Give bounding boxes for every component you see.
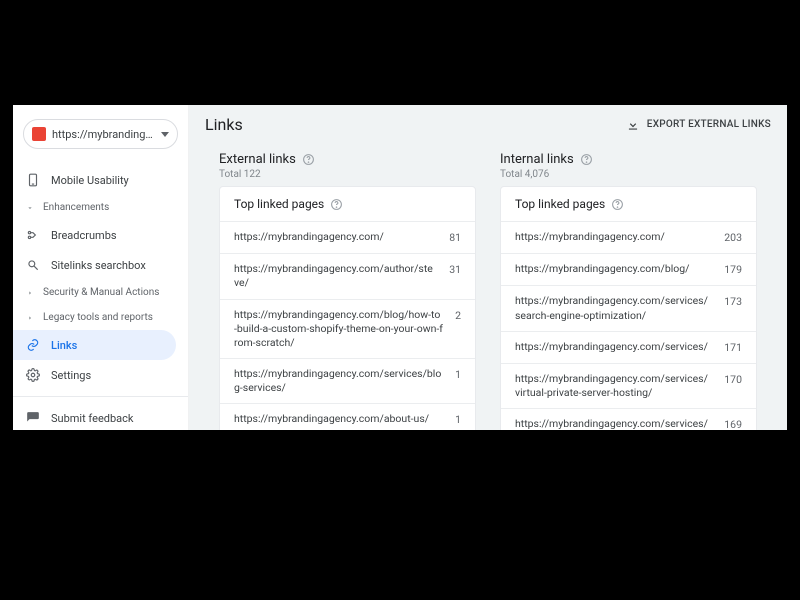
row-count: 2 bbox=[455, 308, 461, 323]
breadcrumb-icon bbox=[25, 227, 41, 243]
link-icon bbox=[25, 337, 41, 353]
sidebar-item-label: Links bbox=[51, 339, 77, 352]
row-count: 170 bbox=[724, 372, 742, 387]
smartphone-icon bbox=[25, 172, 41, 188]
table-row[interactable]: https://mybrandingagency.com/203 bbox=[501, 221, 756, 253]
sidebar-item-links[interactable]: Links bbox=[13, 330, 176, 360]
sidebar-item-settings[interactable]: Settings bbox=[13, 360, 176, 390]
section-title-text: External links bbox=[219, 152, 296, 167]
card-head: Top linked pages bbox=[220, 187, 475, 221]
table-row[interactable]: https://mybrandingagency.com/services/17… bbox=[501, 331, 756, 363]
gear-icon bbox=[25, 367, 41, 383]
card-title: Top linked pages bbox=[234, 197, 324, 211]
internal-links-title: Internal links bbox=[500, 152, 757, 167]
chevron-right-icon bbox=[25, 313, 35, 323]
external-links-title: External links bbox=[219, 152, 476, 167]
row-count: 173 bbox=[724, 294, 742, 309]
divider bbox=[13, 396, 188, 397]
row-url: https://mybrandingagency.com/services/bl… bbox=[515, 417, 724, 430]
row-url: https://mybrandingagency.com/ bbox=[515, 230, 724, 244]
row-url: https://mybrandingagency.com/ bbox=[234, 230, 449, 244]
main-content: Links EXPORT EXTERNAL LINKS External lin… bbox=[189, 105, 787, 430]
sidebar-group-enhancements[interactable]: Enhancements bbox=[13, 195, 188, 220]
searchbox-icon bbox=[25, 257, 41, 273]
sidebar-group-legacy[interactable]: Legacy tools and reports bbox=[13, 305, 188, 330]
row-count: 171 bbox=[724, 340, 742, 355]
row-url: https://mybrandingagency.com/services/bl… bbox=[234, 367, 455, 395]
caret-down-icon bbox=[161, 132, 169, 137]
sidebar-item-label: Submit feedback bbox=[51, 412, 133, 425]
table-row[interactable]: https://mybrandingagency.com/author/stev… bbox=[220, 253, 475, 298]
sidebar-group-security[interactable]: Security & Manual Actions bbox=[13, 280, 188, 305]
sidebar-item-sitelinks-searchbox[interactable]: Sitelinks searchbox bbox=[13, 250, 176, 280]
download-icon bbox=[625, 117, 641, 133]
sidebar-group-label: Legacy tools and reports bbox=[43, 312, 153, 323]
export-external-links-button[interactable]: EXPORT EXTERNAL LINKS bbox=[625, 117, 771, 133]
external-total: Total 122 bbox=[219, 169, 476, 180]
internal-top-linked-pages-card: Top linked pages https://mybrandingagenc… bbox=[500, 186, 757, 430]
sidebar-item-breadcrumbs[interactable]: Breadcrumbs bbox=[13, 220, 176, 250]
row-count: 179 bbox=[724, 262, 742, 277]
feedback-icon bbox=[25, 410, 41, 426]
section-title-text: Internal links bbox=[500, 152, 574, 167]
row-count: 203 bbox=[724, 230, 742, 245]
chevron-right-icon bbox=[25, 288, 35, 298]
property-favicon bbox=[32, 127, 46, 141]
row-url: https://mybrandingagency.com/author/stev… bbox=[234, 262, 449, 290]
main-header: Links EXPORT EXTERNAL LINKS bbox=[205, 115, 771, 134]
table-row[interactable]: https://mybrandingagency.com/81 bbox=[220, 221, 475, 253]
table-row[interactable]: https://mybrandingagency.com/services/vi… bbox=[501, 363, 756, 408]
row-url: https://mybrandingagency.com/services/ bbox=[515, 340, 724, 354]
row-count: 1 bbox=[455, 412, 461, 427]
row-count: 169 bbox=[724, 417, 742, 430]
help-icon[interactable] bbox=[302, 153, 315, 166]
table-row[interactable]: https://mybrandingagency.com/about-us/1 bbox=[220, 403, 475, 430]
sidebar-item-mobile-usability[interactable]: Mobile Usability bbox=[13, 165, 176, 195]
internal-links-panel: Internal links Total 4,076 Top linked pa… bbox=[500, 152, 757, 430]
sidebar-item-label: Settings bbox=[51, 369, 91, 382]
sidebar-item-label: Breadcrumbs bbox=[51, 229, 117, 242]
internal-total: Total 4,076 bbox=[500, 169, 757, 180]
table-row[interactable]: https://mybrandingagency.com/services/se… bbox=[501, 285, 756, 330]
table-row[interactable]: https://mybrandingagency.com/services/bl… bbox=[501, 408, 756, 430]
property-selector[interactable]: https://mybranding… bbox=[23, 119, 178, 149]
sidebar-group-label: Enhancements bbox=[43, 202, 109, 213]
page-title: Links bbox=[205, 115, 243, 134]
property-label: https://mybranding… bbox=[52, 128, 155, 141]
help-icon[interactable] bbox=[580, 153, 593, 166]
chevron-down-icon bbox=[25, 203, 35, 213]
sidebar-item-label: Sitelinks searchbox bbox=[51, 259, 146, 272]
table-row[interactable]: https://mybrandingagency.com/services/bl… bbox=[220, 358, 475, 403]
table-row[interactable]: https://mybrandingagency.com/blog/179 bbox=[501, 253, 756, 285]
external-top-linked-pages-card: Top linked pages https://mybrandingagenc… bbox=[219, 186, 476, 430]
row-url: https://mybrandingagency.com/services/vi… bbox=[515, 372, 724, 400]
row-url: https://mybrandingagency.com/about-us/ bbox=[234, 412, 455, 426]
row-count: 1 bbox=[455, 367, 461, 382]
sidebar-group-label: Security & Manual Actions bbox=[43, 287, 159, 298]
help-icon[interactable] bbox=[611, 198, 624, 211]
external-links-panel: External links Total 122 Top linked page… bbox=[219, 152, 476, 430]
row-url: https://mybrandingagency.com/services/se… bbox=[515, 294, 724, 322]
row-url: https://mybrandingagency.com/blog/ bbox=[515, 262, 724, 276]
card-title: Top linked pages bbox=[515, 197, 605, 211]
help-icon[interactable] bbox=[330, 198, 343, 211]
sidebar-item-label: Mobile Usability bbox=[51, 174, 129, 187]
export-button-label: EXPORT EXTERNAL LINKS bbox=[647, 119, 771, 130]
row-count: 81 bbox=[449, 230, 461, 245]
row-url: https://mybrandingagency.com/blog/how-to… bbox=[234, 308, 455, 351]
sidebar-item-submit-feedback[interactable]: Submit feedback bbox=[13, 403, 176, 430]
card-head: Top linked pages bbox=[501, 187, 756, 221]
table-row[interactable]: https://mybrandingagency.com/blog/how-to… bbox=[220, 299, 475, 359]
sidebar: https://mybranding… Mobile Usability Enh… bbox=[13, 105, 189, 430]
row-count: 31 bbox=[449, 262, 461, 277]
